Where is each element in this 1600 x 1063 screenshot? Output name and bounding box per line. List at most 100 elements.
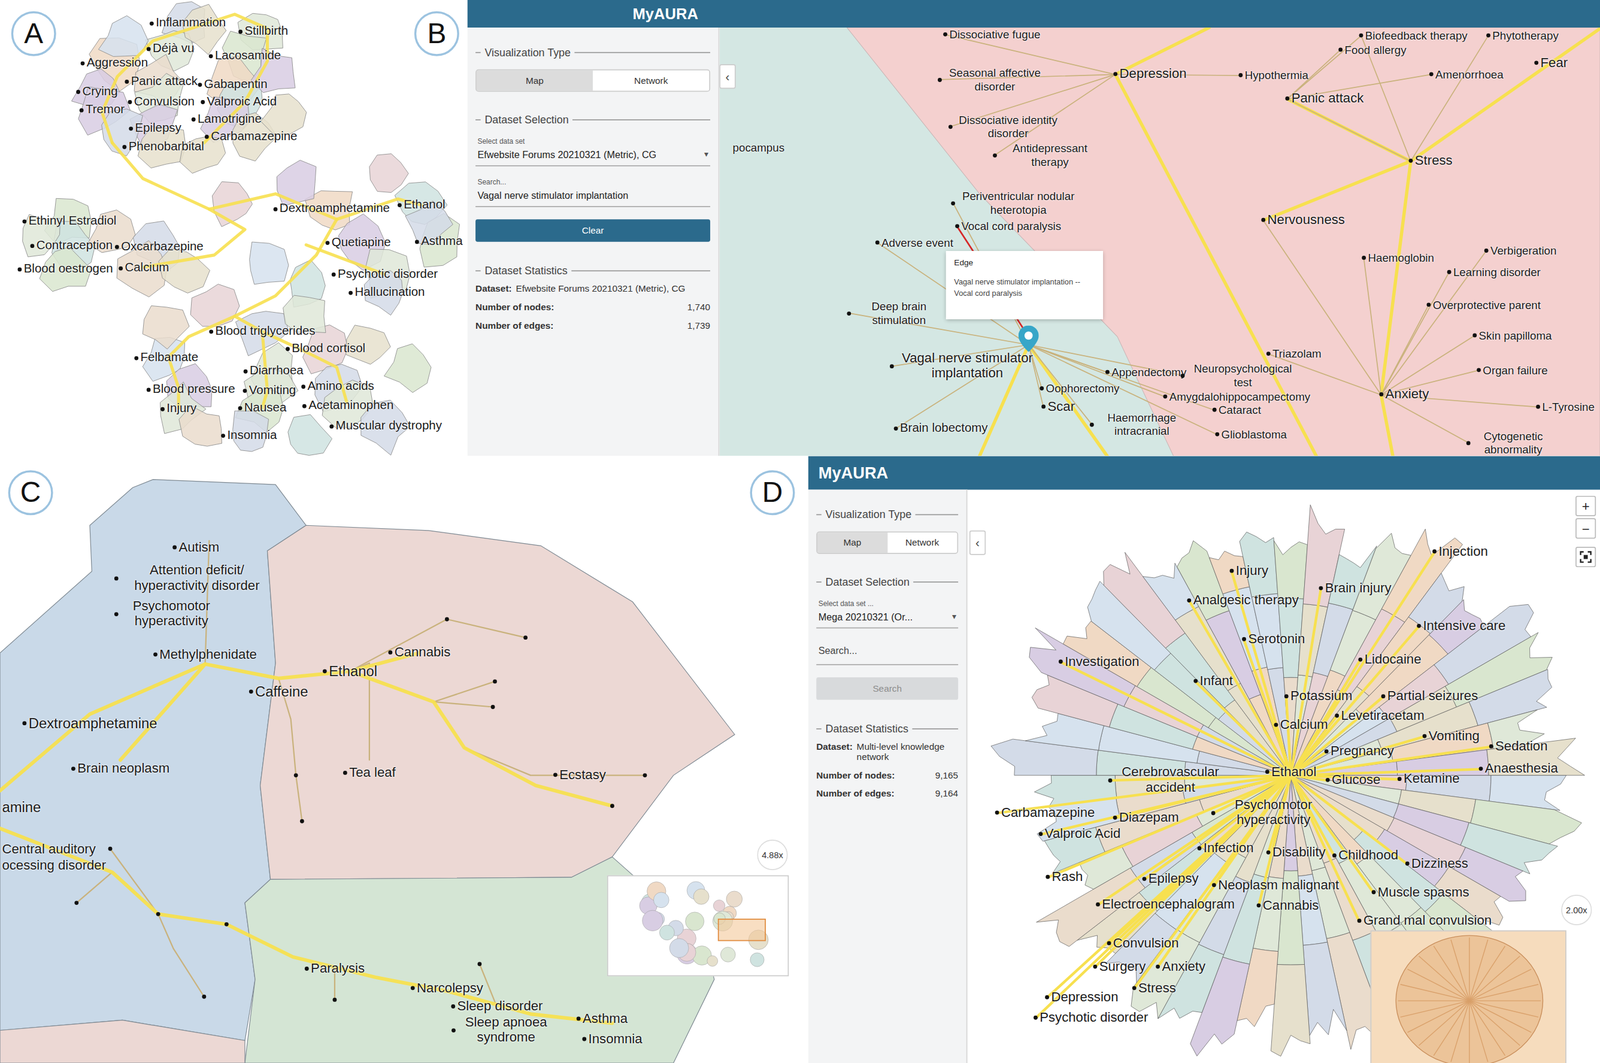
node-label[interactable]: Tea leaf: [343, 765, 396, 781]
node-label[interactable]: Amygdalohippocampectomy: [1162, 390, 1311, 404]
node-label[interactable]: Déjà vu: [146, 41, 195, 57]
node-label[interactable]: Calcium: [1274, 717, 1329, 733]
node-label[interactable]: Diarrhoea: [243, 364, 304, 379]
node-label[interactable]: Dissociative fugue: [943, 28, 1041, 42]
node-label[interactable]: Contraception: [30, 238, 114, 254]
node-label[interactable]: Cytogenetic abnormality: [1466, 429, 1555, 456]
node-label[interactable]: Grand mal convulsion: [1357, 913, 1492, 929]
location-pin-icon[interactable]: [1018, 325, 1039, 352]
zoom-out-button[interactable]: −: [1575, 517, 1596, 539]
node-label[interactable]: Phenobarbital: [122, 140, 204, 155]
node-label[interactable]: Serotonin: [1241, 631, 1305, 647]
node-label[interactable]: Crying: [76, 85, 118, 100]
search-field[interactable]: Search...Vagal nerve stimulator implanta…: [475, 172, 711, 208]
node-label[interactable]: Organ failure: [1476, 364, 1548, 378]
node-label[interactable]: Brain injury: [1318, 580, 1392, 596]
collapse-button[interactable]: ‹: [719, 64, 736, 89]
node-label[interactable]: Psychotic disorder: [331, 267, 438, 282]
search-button[interactable]: Clear: [475, 219, 711, 242]
node-label[interactable]: Quetiapine: [325, 235, 392, 251]
node-label[interactable]: Ethanol: [397, 198, 446, 213]
node-label[interactable]: Gabapentin: [198, 77, 268, 93]
node-label[interactable]: Ethanol: [322, 662, 378, 680]
node-label[interactable]: Neoplasm malignant: [1211, 877, 1339, 893]
node-label[interactable]: Levetiracetam: [1334, 708, 1424, 724]
node-label[interactable]: Haemoglobin: [1361, 251, 1435, 265]
node-label[interactable]: Infant: [1193, 673, 1233, 689]
node-label[interactable]: Rash: [1045, 869, 1083, 885]
minimap[interactable]: [607, 875, 789, 977]
node-label[interactable]: Ethinyl Estradiol: [22, 214, 117, 229]
node-label[interactable]: Stress: [1408, 153, 1453, 169]
node-label[interactable]: Carbamazepine: [204, 129, 298, 145]
node-label[interactable]: Sleep disorder: [450, 999, 543, 1015]
node-label[interactable]: Hypothermia: [1238, 68, 1308, 83]
node-label[interactable]: Antidepressant therapy: [992, 141, 1102, 168]
view-tab[interactable]: Map: [817, 532, 888, 553]
node-label[interactable]: Carbamazepine: [995, 805, 1096, 821]
node-label[interactable]: Glioblastoma: [1214, 428, 1287, 442]
search-button[interactable]: Search: [816, 677, 959, 700]
node-label[interactable]: Asthma: [576, 1011, 628, 1027]
node-label[interactable]: Overprotective parent: [1426, 298, 1541, 312]
node-label[interactable]: Diazepam: [1113, 810, 1180, 826]
node-label[interactable]: Appendectomy: [1105, 365, 1187, 380]
node-label[interactable]: Cannabis: [1256, 898, 1320, 914]
node-label[interactable]: Infection: [1197, 841, 1254, 857]
node-label[interactable]: Lamotrigine: [191, 112, 262, 127]
node-label[interactable]: L-Tyrosine: [1535, 400, 1595, 414]
node-label[interactable]: Depression: [1113, 67, 1187, 83]
node-label[interactable]: Injury: [1229, 563, 1269, 579]
node-label[interactable]: Dizziness: [1405, 856, 1469, 872]
node-label[interactable]: Psychomotor hyperactivity: [1211, 797, 1330, 829]
node-label[interactable]: Nausea: [238, 401, 287, 416]
node-label[interactable]: Hallucination: [348, 285, 425, 300]
node-label[interactable]: Periventricular nodular heterotopia: [950, 189, 1080, 216]
node-label[interactable]: Skin papilloma: [1472, 329, 1552, 343]
node-label[interactable]: Haemorrhage intracranial: [1089, 411, 1189, 438]
dataset-select[interactable]: Select data set ...Mega 20210321 (Or...▾: [816, 593, 959, 629]
node-label[interactable]: Anxiety: [1379, 387, 1429, 403]
node-label[interactable]: Muscular dystrophy: [329, 419, 442, 434]
node-label[interactable]: Valproic Acid: [1038, 826, 1121, 842]
node-label[interactable]: Investigation: [1058, 654, 1140, 670]
node-label[interactable]: Psychomotor hyperactivity: [114, 598, 223, 630]
node-label[interactable]: Deep brain stimulation: [846, 300, 945, 326]
node-label[interactable]: Verbigeration: [1484, 244, 1557, 258]
node-label[interactable]: Childhood: [1332, 847, 1399, 863]
node-label[interactable]: Injury: [160, 401, 197, 417]
node-label[interactable]: Inflammation: [149, 16, 226, 31]
node-label[interactable]: Methylphenidate: [153, 647, 257, 663]
node-label[interactable]: Dextroamphetamine: [22, 714, 157, 732]
node-label[interactable]: Calcium: [118, 261, 169, 276]
node-label[interactable]: Muscle spasms: [1371, 885, 1470, 900]
node-label[interactable]: Cataract: [1212, 403, 1262, 417]
node-label[interactable]: Oxcarbazepine: [114, 239, 204, 254]
node-label[interactable]: Stillbirth: [238, 24, 289, 39]
node-label[interactable]: Amenorrhoea: [1429, 68, 1504, 82]
node-label[interactable]: Aggression: [80, 56, 149, 71]
node-label[interactable]: Partial seizures: [1381, 689, 1479, 705]
node-label[interactable]: Adverse event: [875, 236, 954, 250]
node-label[interactable]: Depression: [1044, 989, 1118, 1005]
node-label[interactable]: Lacosamide: [208, 49, 282, 64]
node-label[interactable]: Learning disorder: [1447, 265, 1541, 280]
node-label[interactable]: Dextroamphetamine: [273, 201, 390, 217]
node-label[interactable]: Pregnancy: [1324, 744, 1395, 760]
node-label[interactable]: Electroencephalogram: [1095, 897, 1235, 912]
node-label[interactable]: Insomnia: [582, 1031, 642, 1047]
view-tab[interactable]: Map: [476, 70, 593, 92]
node-label[interactable]: Blood triglycerides: [208, 324, 315, 339]
map-view[interactable]: InjectionInjuryBrain injuryAnalgesic the…: [967, 489, 1600, 1063]
node-label[interactable]: Vocal cord paralysis: [955, 219, 1062, 233]
node-label[interactable]: amine: [1, 798, 41, 815]
node-label[interactable]: Injection: [1432, 544, 1489, 560]
node-label[interactable]: Vomiting: [243, 383, 297, 399]
node-label[interactable]: Cannabis: [388, 644, 451, 660]
node-label[interactable]: Ketamine: [1397, 771, 1460, 787]
dropdown-arrow-icon[interactable]: ▾: [704, 149, 709, 159]
node-label[interactable]: Felbamate: [134, 350, 199, 366]
node-label[interactable]: Brain neoplasm: [71, 761, 170, 777]
node-label[interactable]: Paralysis: [304, 961, 365, 977]
search-input[interactable]: [816, 634, 959, 666]
